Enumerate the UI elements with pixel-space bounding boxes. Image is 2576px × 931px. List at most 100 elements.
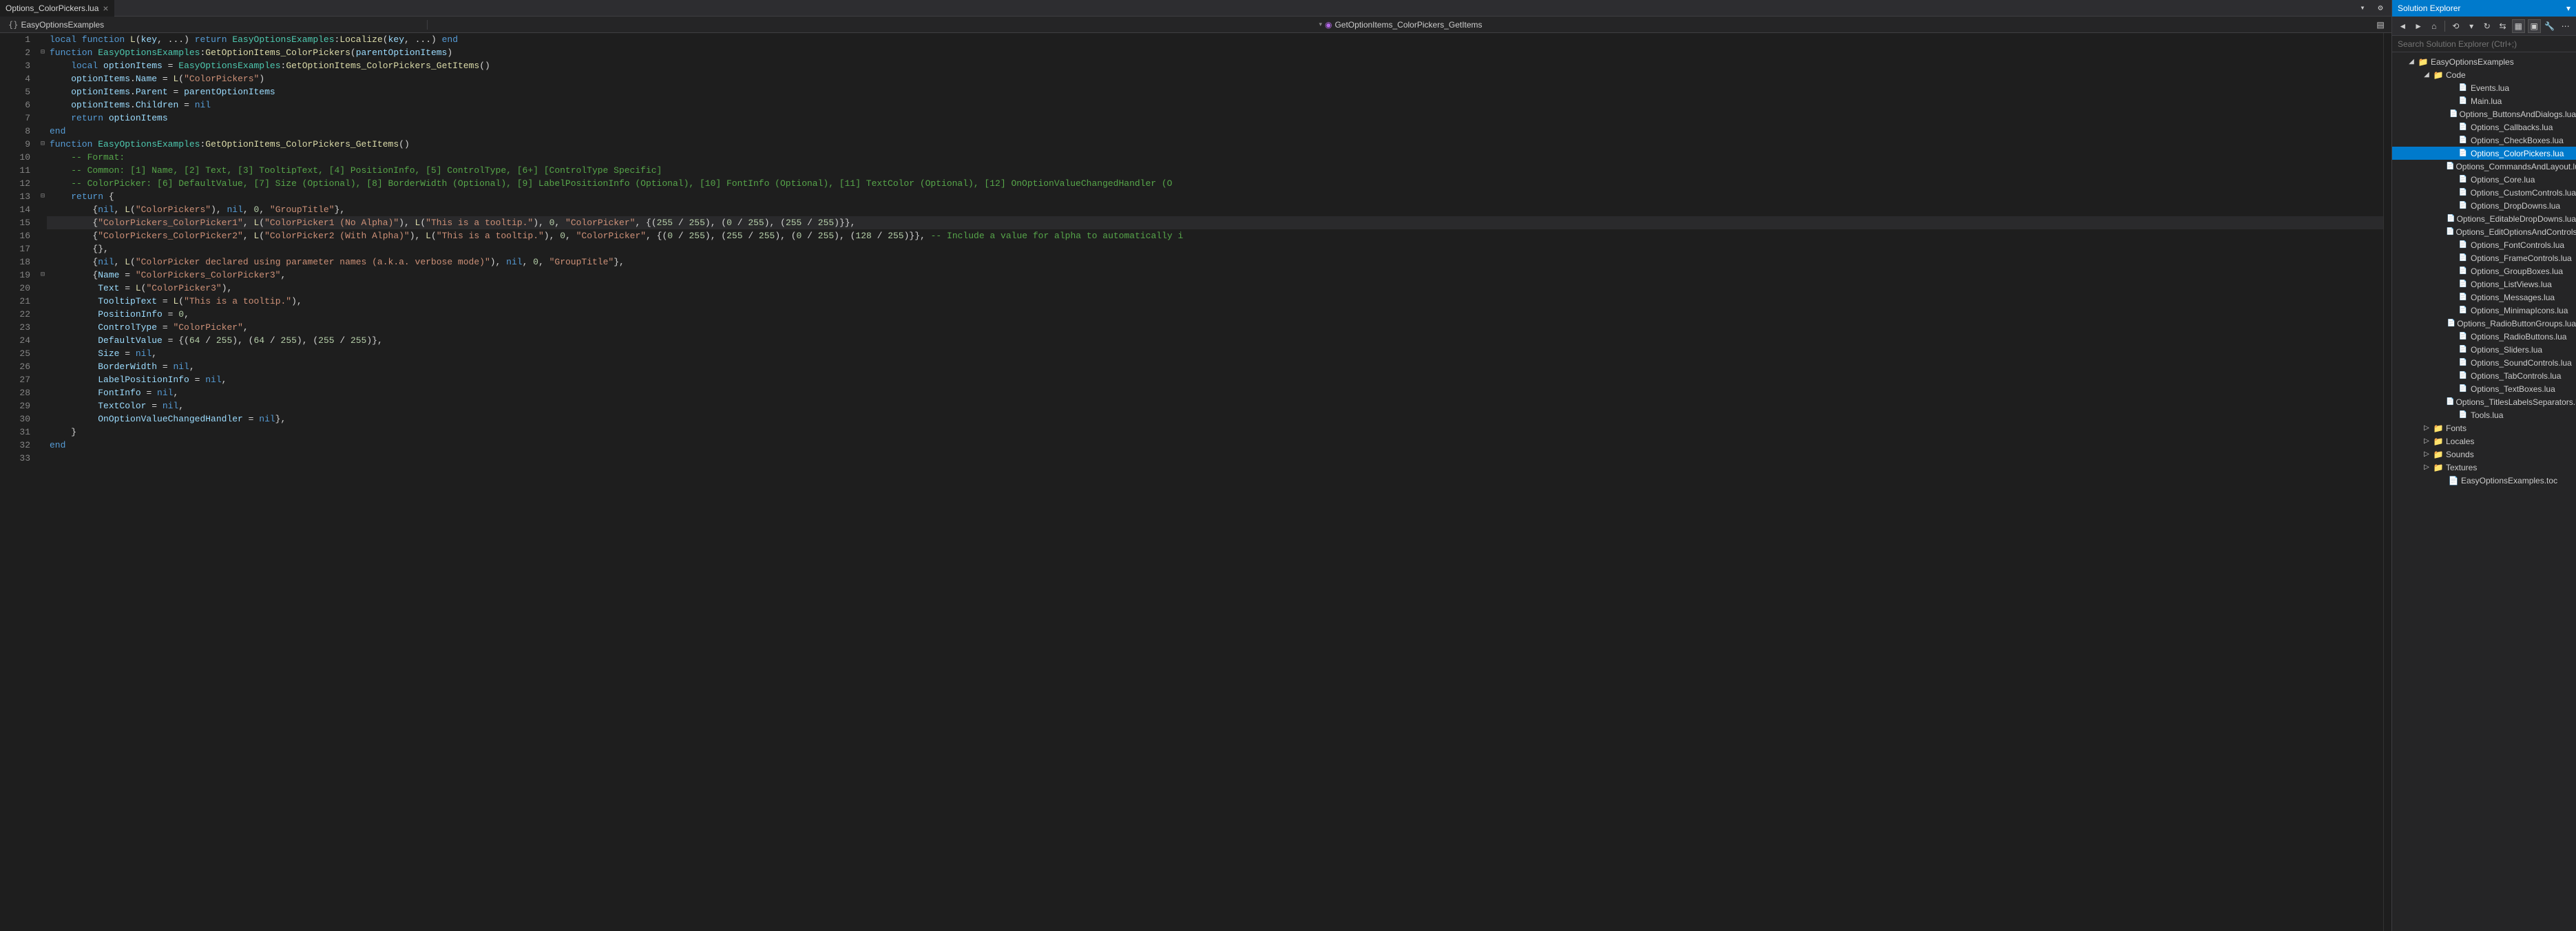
preview-icon[interactable]: ▣ bbox=[2528, 19, 2541, 33]
file-options_titleslabelsseparators-lua[interactable]: 📄Options_TitlesLabelsSeparators.lua bbox=[2392, 395, 2576, 408]
dropdown-icon[interactable]: ▾ bbox=[2566, 3, 2570, 13]
project-node[interactable]: ◢📁EasyOptionsExamples bbox=[2392, 55, 2576, 68]
tree-arrow-icon: ▷ bbox=[2421, 463, 2432, 471]
file-options_customcontrols-lua[interactable]: 📄Options_CustomControls.lua bbox=[2392, 186, 2576, 199]
fold-toggle[interactable]: ⊟ bbox=[36, 138, 47, 151]
back-icon[interactable]: ◄ bbox=[2396, 19, 2409, 33]
file-options_radiobuttons-lua[interactable]: 📄Options_RadioButtons.lua bbox=[2392, 330, 2576, 343]
editor-pane: Options_ColorPickers.lua × ▾ ⚙ {} EasyOp… bbox=[0, 0, 2391, 931]
collapse-icon[interactable]: ⇆ bbox=[2496, 19, 2509, 33]
fold-toggle bbox=[36, 386, 47, 399]
toc-file[interactable]: 📄EasyOptionsExamples.toc bbox=[2392, 474, 2576, 487]
file-options_colorpickers-lua[interactable]: 📄Options_ColorPickers.lua bbox=[2392, 147, 2576, 160]
search-input[interactable] bbox=[2392, 36, 2576, 52]
close-icon[interactable]: × bbox=[103, 3, 108, 14]
fold-toggle bbox=[36, 216, 47, 229]
file-options_soundcontrols-lua[interactable]: 📄Options_SoundControls.lua bbox=[2392, 356, 2576, 369]
file-options_messages-lua[interactable]: 📄Options_Messages.lua bbox=[2392, 291, 2576, 304]
tree-item-label: Options_CommandsAndLayout.lua bbox=[2454, 162, 2576, 171]
more-icon[interactable]: ⋯ bbox=[2559, 19, 2572, 33]
fold-gutter[interactable]: ⊟ ⊟ ⊟ ⊟ bbox=[36, 33, 47, 931]
file-options_core-lua[interactable]: 📄Options_Core.lua bbox=[2392, 173, 2576, 186]
fold-toggle bbox=[36, 229, 47, 242]
nav-member-label: GetOptionItems_ColorPickers_GetItems bbox=[1334, 20, 1482, 30]
line-number-gutter: 1234567891011121314151617181920212223242… bbox=[0, 33, 36, 931]
refresh-icon[interactable]: ↻ bbox=[2480, 19, 2493, 33]
fold-toggle bbox=[36, 282, 47, 295]
file-tools-lua[interactable]: 📄Tools.lua bbox=[2392, 408, 2576, 421]
lua-file-icon: 📄 bbox=[2457, 385, 2469, 393]
lua-file-icon: 📄 bbox=[2457, 189, 2469, 196]
forward-icon[interactable]: ► bbox=[2412, 19, 2425, 33]
file-options_minimapicons-lua[interactable]: 📄Options_MinimapIcons.lua bbox=[2392, 304, 2576, 317]
split-icon[interactable]: ▤ bbox=[2374, 18, 2387, 32]
properties-icon[interactable]: 🔧 bbox=[2544, 19, 2557, 33]
tree-item-label: Options_ButtonsAndDialogs.lua bbox=[2458, 109, 2576, 119]
file-options_tabcontrols-lua[interactable]: 📄Options_TabControls.lua bbox=[2392, 369, 2576, 382]
explorer-title-bar[interactable]: Solution Explorer ▾ bbox=[2392, 0, 2576, 17]
tree-item-label: Sounds bbox=[2444, 450, 2474, 459]
fold-toggle[interactable]: ⊟ bbox=[36, 190, 47, 203]
file-options_listviews-lua[interactable]: 📄Options_ListViews.lua bbox=[2392, 278, 2576, 291]
file-options_commandsandlayout-lua[interactable]: 📄Options_CommandsAndLayout.lua bbox=[2392, 160, 2576, 173]
tree-item-label: Options_Callbacks.lua bbox=[2469, 123, 2553, 132]
explorer-toolbar: ◄ ► ⌂ ⟲ ▾ ↻ ⇆ ▦ ▣ 🔧 ⋯ bbox=[2392, 17, 2576, 36]
file-main-lua[interactable]: 📄Main.lua bbox=[2392, 94, 2576, 107]
fold-toggle bbox=[36, 203, 47, 216]
tree-item-label: Options_MinimapIcons.lua bbox=[2469, 306, 2568, 315]
folder-locales[interactable]: ▷📁Locales bbox=[2392, 435, 2576, 448]
file-options_editoptionsandcontrols-lua[interactable]: 📄Options_EditOptionsAndControls.lua bbox=[2392, 225, 2576, 238]
file-options_sliders-lua[interactable]: 📄Options_Sliders.lua bbox=[2392, 343, 2576, 356]
folder-fonts[interactable]: ▷📁Fonts bbox=[2392, 421, 2576, 435]
tree-item-label: Options_FrameControls.lua bbox=[2469, 253, 2572, 263]
nav-scope-label: EasyOptionsExamples bbox=[21, 20, 104, 30]
folder-sounds[interactable]: ▷📁Sounds bbox=[2392, 448, 2576, 461]
file-options_fontcontrols-lua[interactable]: 📄Options_FontControls.lua bbox=[2392, 238, 2576, 251]
nav-member[interactable]: ▾ ◉ GetOptionItems_ColorPickers_GetItems bbox=[427, 20, 2374, 30]
file-options_editabledropdowns-lua[interactable]: 📄Options_EditableDropDowns.lua bbox=[2392, 212, 2576, 225]
lua-file-icon: 📄 bbox=[2457, 346, 2469, 353]
tree-arrow-icon: ◢ bbox=[2406, 58, 2417, 65]
file-icon: 📄 bbox=[2447, 476, 2460, 485]
file-options_framecontrols-lua[interactable]: 📄Options_FrameControls.lua bbox=[2392, 251, 2576, 264]
file-tab[interactable]: Options_ColorPickers.lua × bbox=[0, 0, 114, 17]
show-all-icon[interactable]: ▦ bbox=[2512, 19, 2525, 33]
folder-code[interactable]: ◢📁Code bbox=[2392, 68, 2576, 81]
solution-tree[interactable]: ◢📁EasyOptionsExamples◢📁Code📄Events.lua📄M… bbox=[2392, 52, 2576, 931]
lua-file-icon: 📄 bbox=[2457, 280, 2469, 288]
tree-item-label: Options_Messages.lua bbox=[2469, 293, 2555, 302]
fold-toggle[interactable]: ⊟ bbox=[36, 46, 47, 59]
lua-file-icon: 📄 bbox=[2446, 163, 2454, 170]
lua-file-icon: 📄 bbox=[2457, 136, 2469, 144]
file-options_dropdowns-lua[interactable]: 📄Options_DropDowns.lua bbox=[2392, 199, 2576, 212]
code-area[interactable]: 1234567891011121314151617181920212223242… bbox=[0, 33, 2391, 931]
dropdown-icon[interactable]: ▾ bbox=[2356, 1, 2369, 15]
tree-item-label: Options_Sliders.lua bbox=[2469, 345, 2542, 355]
fold-toggle[interactable]: ⊟ bbox=[36, 269, 47, 282]
gear-icon[interactable]: ⚙ bbox=[2374, 1, 2387, 15]
code-content[interactable]: local function L(key, ...) return EasyOp… bbox=[47, 33, 2383, 931]
file-options_callbacks-lua[interactable]: 📄Options_Callbacks.lua bbox=[2392, 121, 2576, 134]
file-options_checkboxes-lua[interactable]: 📄Options_CheckBoxes.lua bbox=[2392, 134, 2576, 147]
file-options_buttonsanddialogs-lua[interactable]: 📄Options_ButtonsAndDialogs.lua bbox=[2392, 107, 2576, 121]
fold-toggle bbox=[36, 112, 47, 125]
fold-toggle bbox=[36, 321, 47, 334]
nav-scope[interactable]: {} EasyOptionsExamples bbox=[0, 20, 427, 30]
file-options_groupboxes-lua[interactable]: 📄Options_GroupBoxes.lua bbox=[2392, 264, 2576, 278]
file-events-lua[interactable]: 📄Events.lua bbox=[2392, 81, 2576, 94]
collapse-bar[interactable] bbox=[2383, 33, 2391, 931]
fold-toggle bbox=[36, 151, 47, 164]
home-icon[interactable]: ⌂ bbox=[2427, 19, 2440, 33]
folder-textures[interactable]: ▷📁Textures bbox=[2392, 461, 2576, 474]
tree-item-label: Locales bbox=[2444, 437, 2474, 446]
file-options_radiobuttongroups-lua[interactable]: 📄Options_RadioButtonGroups.lua bbox=[2392, 317, 2576, 330]
file-options_textboxes-lua[interactable]: 📄Options_TextBoxes.lua bbox=[2392, 382, 2576, 395]
lua-file-icon: 📄 bbox=[2447, 215, 2455, 222]
tab-bar: Options_ColorPickers.lua × ▾ ⚙ bbox=[0, 0, 2391, 17]
dropdown-icon[interactable]: ▾ bbox=[2465, 19, 2478, 33]
sync-icon[interactable]: ⟲ bbox=[2449, 19, 2462, 33]
tree-item-label: Events.lua bbox=[2469, 83, 2509, 93]
tree-item-label: Options_RadioButtons.lua bbox=[2469, 332, 2566, 342]
tree-item-label: Options_CheckBoxes.lua bbox=[2469, 136, 2564, 145]
explorer-search[interactable] bbox=[2392, 36, 2576, 52]
